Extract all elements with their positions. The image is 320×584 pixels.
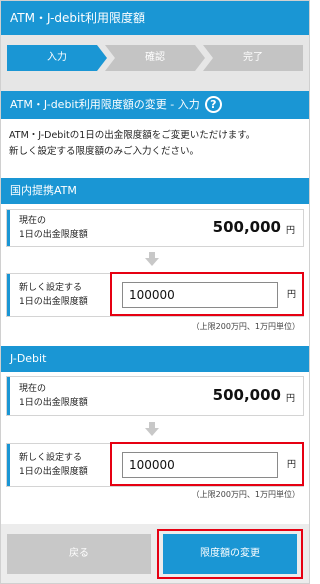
jdebit-current-label: 現在の 1日の出金限度額: [19, 382, 88, 410]
section-title: ATM・J-debit利用限度額の変更 - 入力: [10, 98, 200, 111]
jdebit-current-value: 500,000: [212, 386, 281, 404]
jdebit-new-limit-input[interactable]: [122, 452, 278, 478]
step-input-label: 入力: [47, 52, 67, 63]
footer-bar: 戻る 限度額の変更: [1, 524, 309, 583]
domestic-limit-hint: （上限200万円、1万円単位）: [191, 322, 300, 331]
domestic-new-unit: 円: [287, 290, 297, 300]
domestic-new-label-line1: 新しく設定する: [19, 283, 83, 293]
jdebit-new-label-line1: 新しく設定する: [19, 453, 83, 463]
arrow-down-icon: [145, 422, 159, 436]
jdebit-input-highlight: 円: [110, 442, 304, 486]
domestic-new-label-line2: 1日の出金限度額: [19, 297, 88, 307]
jdebit-current-unit: 円: [285, 394, 295, 404]
accent-bar: [7, 444, 10, 486]
accent-bar: [7, 210, 10, 246]
change-limit-button[interactable]: 限度額の変更: [163, 534, 297, 574]
domestic-current-limit-box: 現在の 1日の出金限度額 500,000 円: [6, 209, 304, 247]
step-complete: 完了: [203, 45, 303, 71]
progress-steps: 入力 確認 完了: [1, 35, 309, 91]
submit-highlight: 限度額の変更: [157, 529, 303, 579]
jdebit-current-limit-box: 現在の 1日の出金限度額 500,000 円: [6, 376, 304, 416]
domestic-current-label: 現在の 1日の出金限度額: [19, 214, 88, 242]
domestic-current-value: 500,000: [212, 218, 281, 236]
help-icon[interactable]: ?: [204, 95, 222, 113]
intro-text: ATM・J-Debitの1日の出金限度額をご変更いただけます。 新しく設定する限…: [9, 128, 301, 160]
step-input: 入力: [7, 45, 107, 71]
domestic-atm-header: 国内提携ATM: [1, 178, 309, 204]
jdebit-current-label-line1: 現在の: [19, 384, 47, 394]
page-title: ATM・J-debit利用限度額: [1, 1, 309, 35]
jdebit-header: J-Debit: [1, 346, 309, 372]
step-complete-label: 完了: [243, 52, 263, 63]
domestic-current-label-line1: 現在の: [19, 216, 47, 226]
step-confirm: 確認: [105, 45, 205, 71]
domestic-new-label: 新しく設定する 1日の出金限度額: [19, 281, 88, 309]
arrow-down-icon: [145, 252, 159, 266]
jdebit-current-label-line2: 1日の出金限度額: [19, 398, 88, 408]
domestic-current-unit: 円: [285, 226, 295, 236]
accent-bar: [7, 274, 10, 316]
step-confirm-label: 確認: [145, 52, 165, 63]
domestic-current-label-line2: 1日の出金限度額: [19, 230, 88, 240]
jdebit-new-unit: 円: [287, 460, 297, 470]
intro-line-2: 新しく設定する限度額のみご入力ください。: [9, 146, 200, 157]
jdebit-limit-hint: （上限200万円、1万円単位）: [191, 490, 300, 499]
jdebit-new-label: 新しく設定する 1日の出金限度額: [19, 451, 88, 479]
accent-bar: [7, 377, 10, 415]
section-header: ATM・J-debit利用限度額の変更 - 入力?: [1, 91, 309, 119]
back-button[interactable]: 戻る: [7, 534, 151, 574]
jdebit-new-label-line2: 1日の出金限度額: [19, 467, 88, 477]
domestic-new-limit-input[interactable]: [122, 282, 278, 308]
intro-line-1: ATM・J-Debitの1日の出金限度額をご変更いただけます。: [9, 130, 256, 141]
domestic-input-highlight: 円: [110, 272, 304, 316]
